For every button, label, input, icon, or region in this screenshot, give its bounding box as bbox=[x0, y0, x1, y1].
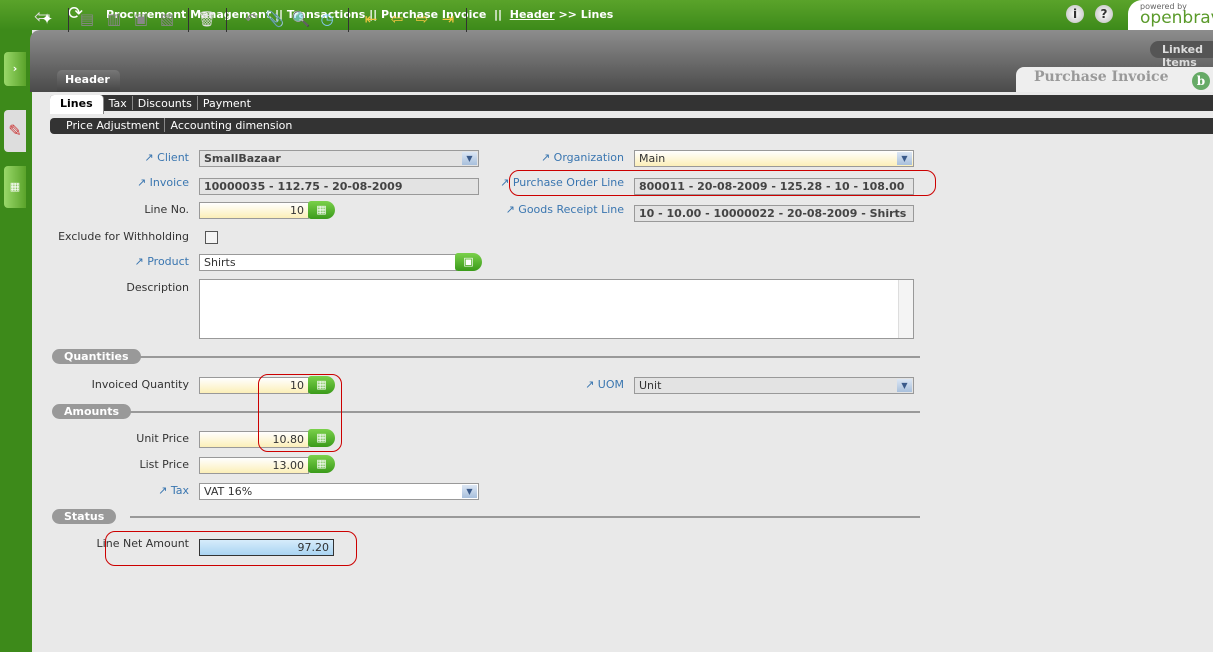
save-icon[interactable]: ▣ bbox=[130, 8, 152, 30]
tab-price-adjustment[interactable]: Price Adjustment bbox=[61, 118, 166, 132]
highlight-oval bbox=[509, 170, 936, 196]
client-value: SmallBazaar bbox=[204, 152, 281, 165]
separator: || bbox=[494, 8, 503, 21]
divider bbox=[466, 8, 467, 32]
description-scrollbar[interactable] bbox=[898, 280, 913, 338]
calculator-icon[interactable]: ▦ bbox=[308, 455, 335, 473]
calculator-icon[interactable]: ▦ bbox=[308, 201, 335, 219]
product-selector-icon[interactable]: ▣ bbox=[455, 253, 482, 271]
invoice-label-text: Invoice bbox=[149, 176, 189, 189]
tax-value: VAT 16% bbox=[204, 485, 253, 498]
uom-label-text: UOM bbox=[597, 378, 624, 391]
tab-accounting-dimension[interactable]: Accounting dimension bbox=[165, 118, 297, 132]
highlight-oval bbox=[258, 374, 342, 452]
section-status[interactable]: Status bbox=[52, 509, 117, 524]
window-title-tab: Purchase Invoice b bbox=[1016, 67, 1213, 92]
section-divider bbox=[130, 516, 920, 518]
divider bbox=[68, 8, 69, 32]
new-record-icon[interactable]: ✦ bbox=[36, 8, 58, 30]
invoiced-qty-label: Invoiced Quantity bbox=[91, 378, 189, 391]
section-quantities[interactable]: Quantities bbox=[52, 349, 141, 364]
goods-receipt-line-field[interactable]: 10 - 10.00 - 10000022 - 20-08-2009 - Shi… bbox=[634, 205, 914, 222]
save-next-icon[interactable]: ▧ bbox=[156, 8, 178, 30]
breadcrumb-header-link[interactable]: Header bbox=[510, 8, 555, 21]
section-divider bbox=[130, 356, 920, 358]
client-label[interactable]: ↗ Client bbox=[9, 151, 189, 164]
organization-value: Main bbox=[639, 152, 666, 165]
divider bbox=[188, 8, 189, 32]
tab-bar-level1: Lines Tax Discounts Payment bbox=[50, 95, 1213, 114]
organization-select[interactable]: Main ▼ bbox=[634, 150, 914, 167]
separator: >> bbox=[558, 8, 577, 21]
uom-select[interactable]: Unit ▼ bbox=[634, 377, 914, 394]
list-price-field[interactable]: 13.00 bbox=[199, 457, 309, 474]
last-record-icon[interactable]: ⇥ bbox=[437, 8, 459, 30]
highlight-oval bbox=[105, 531, 357, 566]
product-label[interactable]: ↗ Product bbox=[9, 255, 189, 268]
attachment-icon[interactable]: 📎 bbox=[264, 8, 286, 30]
tab-lines[interactable]: Lines bbox=[50, 95, 104, 114]
expand-sidebar-button[interactable]: › bbox=[4, 52, 26, 86]
line-no-label: Line No. bbox=[144, 203, 189, 216]
logo-name: openbravo bbox=[1140, 8, 1213, 28]
section-divider bbox=[130, 411, 920, 413]
breadcrumb-current: Lines bbox=[580, 8, 614, 21]
delete-icon[interactable]: 🗑 bbox=[196, 8, 218, 30]
openbravo-icon: b bbox=[1192, 72, 1210, 90]
chevron-down-icon[interactable]: ▼ bbox=[897, 152, 912, 165]
tab-payment[interactable]: Payment bbox=[198, 96, 256, 110]
chevron-down-icon[interactable]: ▼ bbox=[462, 485, 477, 498]
first-record-icon[interactable]: ⇤ bbox=[360, 8, 382, 30]
next-record-icon[interactable]: ⇨ bbox=[411, 8, 433, 30]
uom-label[interactable]: ↗ UOM bbox=[424, 378, 624, 391]
line-no-field[interactable]: 10 bbox=[199, 202, 309, 219]
organization-label[interactable]: ↗ Organization bbox=[424, 151, 624, 164]
linked-items-button[interactable]: Linked Items bbox=[1150, 41, 1213, 69]
client-label-text: Client bbox=[157, 151, 189, 164]
help-icon[interactable]: ? bbox=[1095, 5, 1113, 23]
openbravo-logo: powered byopenbravo bbox=[1128, 0, 1213, 30]
undo-icon[interactable]: ↶ bbox=[240, 8, 262, 30]
audit-icon[interactable]: ◷ bbox=[316, 8, 338, 30]
description-textarea[interactable] bbox=[199, 279, 914, 339]
uom-value: Unit bbox=[639, 379, 662, 392]
divider bbox=[348, 8, 349, 32]
tax-label[interactable]: ↗ Tax bbox=[9, 484, 189, 497]
description-label: Description bbox=[126, 281, 189, 294]
chevron-down-icon[interactable]: ▼ bbox=[897, 379, 912, 392]
exclude-withholding-checkbox[interactable] bbox=[205, 231, 218, 244]
unit-price-label: Unit Price bbox=[136, 432, 189, 445]
tax-label-text: Tax bbox=[170, 484, 189, 497]
previous-record-icon[interactable]: ⇦ bbox=[386, 8, 408, 30]
list-price-label: List Price bbox=[139, 458, 189, 471]
tab-bar-level2: Price Adjustment Accounting dimension bbox=[50, 118, 1213, 134]
paste-icon[interactable]: ▥ bbox=[103, 8, 125, 30]
tab-discounts[interactable]: Discounts bbox=[133, 96, 198, 110]
product-label-text: Product bbox=[147, 255, 189, 268]
organization-label-text: Organization bbox=[553, 151, 624, 164]
invoice-label[interactable]: ↗ Invoice bbox=[9, 176, 189, 189]
window-title: Purchase Invoice bbox=[1034, 69, 1169, 85]
exclude-withholding-label: Exclude for Withholding bbox=[58, 230, 189, 243]
search-icon[interactable]: 🔍 bbox=[290, 8, 312, 30]
divider bbox=[226, 8, 227, 32]
edit-view-icon[interactable]: ✎ bbox=[4, 110, 26, 152]
copy-icon[interactable]: ▤ bbox=[76, 8, 98, 30]
tab-header[interactable]: Header bbox=[57, 70, 120, 92]
goods-receipt-line-label[interactable]: ↗ Goods Receipt Line bbox=[424, 203, 624, 216]
gr-line-label-text: Goods Receipt Line bbox=[518, 203, 624, 216]
tax-select[interactable]: VAT 16% ▼ bbox=[199, 483, 479, 500]
info-icon[interactable]: i bbox=[1066, 5, 1084, 23]
tab-tax[interactable]: Tax bbox=[104, 96, 133, 110]
product-field[interactable]: Shirts bbox=[199, 254, 457, 271]
section-amounts[interactable]: Amounts bbox=[52, 404, 131, 419]
